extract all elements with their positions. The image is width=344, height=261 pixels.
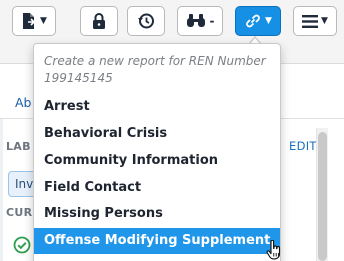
search-binoculars-button[interactable]: - xyxy=(177,6,223,36)
menu-item-arrest[interactable]: Arrest xyxy=(34,94,280,120)
menu-item-field-contact[interactable]: Field Contact xyxy=(34,175,280,201)
more-menu-button[interactable]: ▼ xyxy=(293,6,337,36)
section-label: LAB xyxy=(6,140,31,153)
chevron-down-icon: ▼ xyxy=(265,15,272,26)
binoculars-icon xyxy=(186,13,206,29)
edit-link[interactable]: EDIT xyxy=(289,139,317,153)
export-button[interactable]: ▼ xyxy=(12,6,56,36)
hand-pointer-cursor-icon xyxy=(266,239,282,261)
binoculars-dash: - xyxy=(209,14,215,28)
dropdown-header: Create a new report for REN Number 19914… xyxy=(44,54,266,85)
menu-item-community-information[interactable]: Community Information xyxy=(34,148,280,174)
hamburger-menu-icon xyxy=(302,14,319,28)
lock-icon xyxy=(92,12,106,30)
scrollbar-thumb[interactable] xyxy=(318,132,327,261)
menu-item-behavioral-crisis[interactable]: Behavioral Crisis xyxy=(34,121,280,147)
history-button[interactable] xyxy=(127,6,165,36)
chevron-down-icon: ▼ xyxy=(40,15,47,26)
link-report-button[interactable]: ▼ xyxy=(235,6,281,36)
tab-about[interactable]: Ab xyxy=(15,95,32,110)
menu-item-offense-modifying-supplement[interactable]: Offense Modifying Supplement xyxy=(34,228,280,254)
new-report-dropdown: Create a new report for REN Number 19914… xyxy=(33,43,281,261)
left-edge-strip xyxy=(0,119,3,261)
lock-button[interactable] xyxy=(80,6,118,36)
current-label: CUR xyxy=(6,206,33,219)
history-clock-icon xyxy=(137,12,155,30)
chevron-down-icon: ▼ xyxy=(321,15,328,26)
check-circle-icon xyxy=(13,236,31,258)
file-export-icon xyxy=(21,12,37,30)
link-icon xyxy=(244,12,262,30)
menu-item-missing-persons[interactable]: Missing Persons xyxy=(34,201,280,227)
